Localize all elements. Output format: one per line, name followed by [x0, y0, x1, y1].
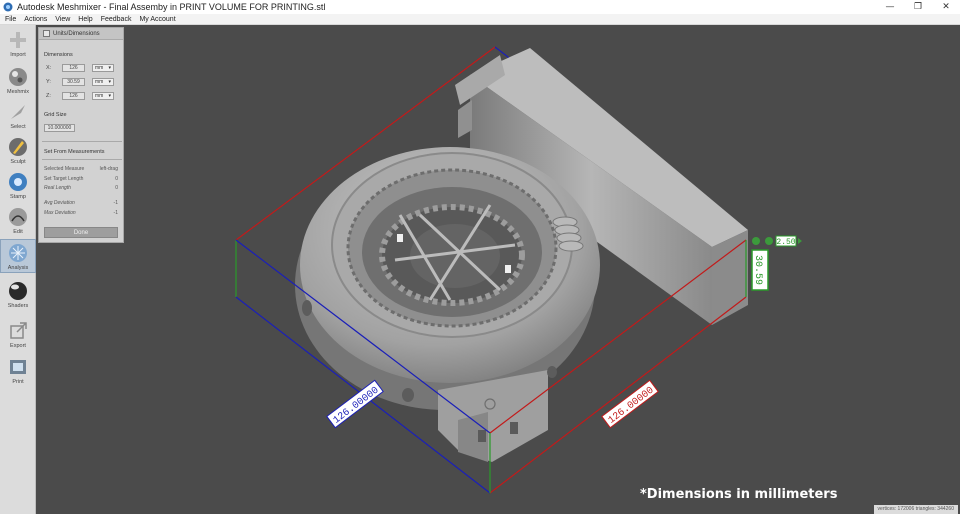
measure-label: Avg Deviation	[44, 200, 75, 206]
z-handle-widget[interactable]: 2.50	[752, 235, 802, 247]
window-title: Autodesk Meshmixer - Final Assemby in PR…	[17, 2, 326, 12]
tool-import[interactable]: Import	[0, 27, 36, 61]
collapse-icon[interactable]	[43, 30, 50, 37]
tool-sculpt-label: Sculpt	[10, 159, 26, 165]
measure-label: Set Target Length	[44, 176, 84, 182]
meshmixer-window: Autodesk Meshmixer - Final Assemby in PR…	[0, 0, 960, 514]
measure-value: left-drag	[99, 166, 118, 172]
measure-label: Max Deviation	[44, 210, 76, 216]
axis-label: X:	[46, 64, 52, 71]
scene-canvas[interactable]: 126.00000 126.00000 30.59 2.50	[36, 25, 960, 514]
analysis-icon	[9, 244, 27, 262]
axis-label: Y:	[46, 78, 51, 85]
dimension-z-text: 30.59	[752, 255, 763, 285]
set-from-measurements-heading: Set From Measurements	[44, 149, 105, 155]
tool-analysis[interactable]: Analysis	[0, 239, 36, 273]
dimension-label-y[interactable]: 126.00000	[601, 379, 659, 429]
import-plus-icon	[10, 32, 26, 48]
dimension-row-y: Y: 30.59 mm	[46, 77, 114, 86]
menu-actions[interactable]: Actions	[21, 16, 50, 23]
handle-arrow-icon[interactable]	[798, 238, 802, 244]
tool-meshmix[interactable]: Meshmix	[0, 64, 36, 98]
panel-title: Units/Dimensions	[53, 30, 100, 37]
select-arrow-icon	[11, 105, 25, 119]
export-icon	[10, 322, 27, 339]
shaders-sphere-icon	[9, 282, 27, 300]
unit-y-select[interactable]: mm	[92, 77, 114, 86]
sculpt-brush-icon	[9, 138, 27, 156]
tool-meshmix-label: Meshmix	[6, 89, 29, 95]
tool-export[interactable]: Export	[0, 318, 36, 352]
measure-value: -1	[113, 200, 118, 206]
z-handle-value: 2.50	[776, 238, 795, 247]
panel-header[interactable]: Units/Dimensions	[39, 28, 123, 40]
edit-icon	[9, 208, 27, 226]
measure-row-real: Real Length 0	[44, 185, 122, 193]
tool-select[interactable]: Select	[0, 99, 36, 133]
menu-help[interactable]: Help	[75, 16, 95, 23]
grid-size-label: Grid Size	[44, 112, 67, 118]
title-bar: Autodesk Meshmixer - Final Assemby in PR…	[0, 0, 960, 14]
tool-print[interactable]: Print	[0, 354, 36, 388]
dimension-x-text: 126.00000	[332, 385, 382, 426]
tool-import-label: Import	[10, 52, 26, 58]
maximize-button[interactable]: ❐	[904, 0, 932, 14]
dimension-row-x: X: 126 mm	[46, 63, 114, 72]
grid-size-field[interactable]: 10.000000	[44, 124, 75, 132]
measure-value: -1	[113, 210, 118, 216]
meshmixer-logo-icon	[3, 2, 13, 12]
dimensions-heading: Dimensions	[44, 52, 73, 58]
tool-shaders-label: Shaders	[7, 303, 29, 309]
panel-divider	[42, 141, 122, 142]
dimension-y-text: 126.00000	[607, 385, 657, 426]
tool-select-label: Select	[10, 124, 26, 130]
handle-dot-icon[interactable]	[752, 237, 760, 245]
measure-row-avg-dev: Avg Deviation -1	[44, 200, 122, 208]
menu-view[interactable]: View	[52, 16, 73, 23]
handle-dot-icon[interactable]	[765, 237, 773, 245]
menu-my-account[interactable]: My Account	[136, 16, 178, 23]
units-dimensions-panel: Units/Dimensions Dimensions X: 126 mm Y:…	[38, 27, 124, 243]
dimensions-caption: *Dimensions in millimeters	[640, 487, 838, 502]
close-button[interactable]: ✕	[932, 0, 960, 14]
measure-label: Real Length	[44, 185, 71, 191]
dimension-row-z: Z: 126 mm	[46, 91, 114, 100]
minimize-button[interactable]: —	[876, 0, 904, 14]
axis-label: Z:	[46, 92, 51, 99]
tool-print-label: Print	[12, 379, 24, 385]
menu-feedback[interactable]: Feedback	[98, 16, 135, 23]
mesh-stats-status: vertices: 172006 triangles: 344260	[873, 505, 958, 514]
measure-value: 0	[115, 185, 118, 191]
dimension-z-field[interactable]: 126	[62, 91, 85, 100]
measure-label: Selected Measure	[44, 166, 85, 172]
unit-z-select[interactable]: mm	[92, 91, 114, 100]
measure-value[interactable]: 0	[115, 176, 122, 184]
3d-viewport[interactable]: 126.00000 126.00000 30.59 2.50	[36, 25, 960, 514]
tool-analysis-label: Analysis	[7, 265, 29, 271]
print-icon	[10, 360, 26, 374]
tool-edit-label: Edit	[13, 229, 23, 235]
dimension-label-z[interactable]: 30.59	[751, 249, 769, 291]
done-button[interactable]: Done	[44, 227, 118, 238]
tool-shaders[interactable]: Shaders	[0, 278, 36, 312]
tool-stamp-label: Stamp	[10, 194, 26, 200]
tool-edit[interactable]: Edit	[0, 204, 36, 238]
measure-row-selected: Selected Measure left-drag	[44, 166, 122, 174]
menu-bar: File Actions View Help Feedback My Accou…	[0, 14, 960, 25]
meshmix-sphere-icon	[9, 68, 27, 86]
dimension-y-field[interactable]: 30.59	[62, 77, 85, 86]
tool-sidebar: Import Meshmix Select Sculpt Stamp Edit …	[0, 25, 36, 514]
tool-sculpt[interactable]: Sculpt	[0, 134, 36, 168]
unit-x-select[interactable]: mm	[92, 63, 114, 72]
measure-row-target: Set Target Length 0	[44, 176, 122, 184]
panel-divider	[42, 159, 122, 160]
measure-row-max-dev: Max Deviation -1	[44, 210, 122, 218]
tool-stamp[interactable]: Stamp	[0, 169, 36, 203]
menu-file[interactable]: File	[2, 16, 19, 23]
dimension-x-field[interactable]: 126	[62, 63, 85, 72]
tool-export-label: Export	[10, 343, 26, 349]
stamp-icon	[9, 173, 27, 191]
